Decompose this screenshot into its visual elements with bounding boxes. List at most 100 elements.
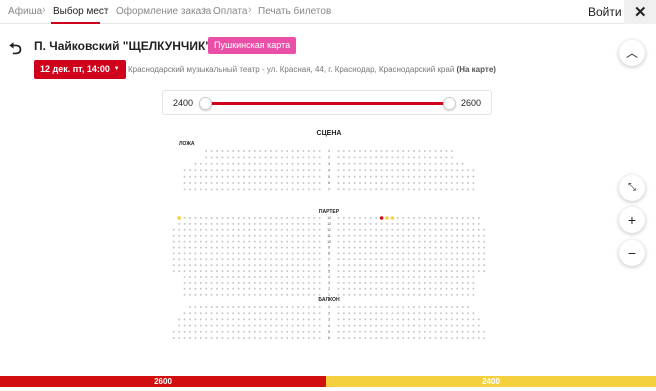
seat[interactable]: [248, 162, 251, 165]
seat[interactable]: [429, 228, 432, 231]
seat[interactable]: [237, 324, 240, 327]
seat[interactable]: [291, 222, 294, 225]
seat[interactable]: [226, 318, 229, 321]
seat[interactable]: [237, 306, 240, 308]
seat[interactable]: [189, 182, 191, 184]
seat[interactable]: [477, 252, 480, 255]
seat[interactable]: [232, 258, 235, 261]
seat[interactable]: [194, 312, 197, 315]
seat[interactable]: [275, 182, 278, 184]
seat[interactable]: [434, 228, 437, 231]
seat[interactable]: [226, 228, 229, 231]
seat[interactable]: [369, 281, 372, 284]
seat[interactable]: [318, 246, 321, 249]
seat[interactable]: [210, 337, 213, 339]
seat[interactable]: [418, 217, 421, 219]
seat[interactable]: [342, 287, 345, 290]
breadcrumb-payment[interactable]: Оплата: [213, 6, 247, 17]
seat[interactable]: [216, 150, 218, 152]
seat[interactable]: [364, 318, 367, 321]
seat[interactable]: [253, 222, 256, 225]
seat[interactable]: [205, 252, 208, 255]
seat[interactable]: [407, 188, 410, 191]
seat[interactable]: [205, 150, 208, 152]
seat[interactable]: [189, 258, 191, 261]
seat[interactable]: [434, 312, 437, 315]
seat[interactable]: [221, 222, 224, 225]
seat[interactable]: [237, 156, 240, 159]
seat[interactable]: [243, 228, 245, 231]
seat[interactable]: [477, 246, 480, 249]
seat[interactable]: [259, 162, 262, 165]
seat[interactable]: [348, 246, 351, 249]
seat[interactable]: [353, 182, 356, 184]
seat[interactable]: [445, 270, 448, 273]
seat[interactable]: [337, 318, 340, 321]
seat[interactable]: [189, 246, 191, 249]
seat[interactable]: [172, 264, 175, 267]
seat[interactable]: [364, 169, 367, 172]
seat[interactable]: [259, 169, 262, 172]
seat[interactable]: [440, 287, 442, 290]
seat[interactable]: [429, 150, 432, 152]
seat[interactable]: [413, 156, 415, 159]
seat[interactable]: [189, 287, 191, 290]
seat[interactable]: [313, 240, 316, 243]
seat[interactable]: [467, 281, 469, 284]
seat[interactable]: [461, 182, 464, 184]
seat[interactable]: [391, 287, 394, 290]
seat[interactable]: [418, 182, 421, 184]
seat[interactable]: [194, 258, 197, 261]
seat[interactable]: [297, 312, 299, 315]
seat[interactable]: [423, 169, 426, 172]
seat[interactable]: [221, 281, 224, 284]
seat[interactable]: [248, 175, 251, 178]
seat[interactable]: [297, 175, 299, 178]
seat[interactable]: [318, 293, 321, 296]
seat[interactable]: [253, 324, 256, 327]
seat[interactable]: [221, 175, 224, 178]
seat[interactable]: [386, 228, 388, 231]
seat[interactable]: [243, 330, 245, 333]
seat[interactable]: [386, 258, 388, 261]
seat[interactable]: [359, 330, 361, 333]
seat[interactable]: [477, 217, 480, 219]
seat[interactable]: [307, 330, 310, 333]
seat[interactable]: [396, 281, 399, 284]
seat[interactable]: [226, 150, 229, 152]
seat[interactable]: [456, 281, 459, 284]
seat[interactable]: [286, 287, 289, 290]
seat[interactable]: [232, 217, 235, 219]
seat[interactable]: [286, 246, 289, 249]
seat[interactable]: [456, 276, 459, 278]
seat[interactable]: [364, 246, 367, 249]
price-slider-min-handle[interactable]: [199, 97, 212, 110]
seat[interactable]: [364, 312, 367, 315]
seat[interactable]: [313, 306, 316, 308]
seat[interactable]: [369, 188, 372, 191]
seat[interactable]: [456, 324, 459, 327]
seat[interactable]: [396, 318, 399, 321]
seat[interactable]: [205, 324, 208, 327]
seat[interactable]: [189, 337, 191, 339]
seat[interactable]: [353, 169, 356, 172]
seat[interactable]: [205, 318, 208, 321]
seat[interactable]: [369, 162, 372, 165]
seat[interactable]: [369, 330, 372, 333]
seat[interactable]: [194, 287, 197, 290]
seat[interactable]: [318, 162, 321, 165]
seat[interactable]: [429, 175, 432, 178]
seat[interactable]: [172, 246, 175, 249]
seat[interactable]: [253, 293, 256, 296]
seat[interactable]: [407, 169, 410, 172]
seat[interactable]: [243, 318, 245, 321]
seat[interactable]: [210, 150, 213, 152]
seat[interactable]: [205, 270, 208, 273]
seat[interactable]: [313, 293, 316, 296]
seat[interactable]: [477, 240, 480, 243]
seat[interactable]: [243, 169, 245, 172]
seat[interactable]: [450, 156, 453, 159]
seat[interactable]: [286, 312, 289, 315]
seat[interactable]: [467, 169, 469, 172]
seat[interactable]: [232, 293, 235, 296]
